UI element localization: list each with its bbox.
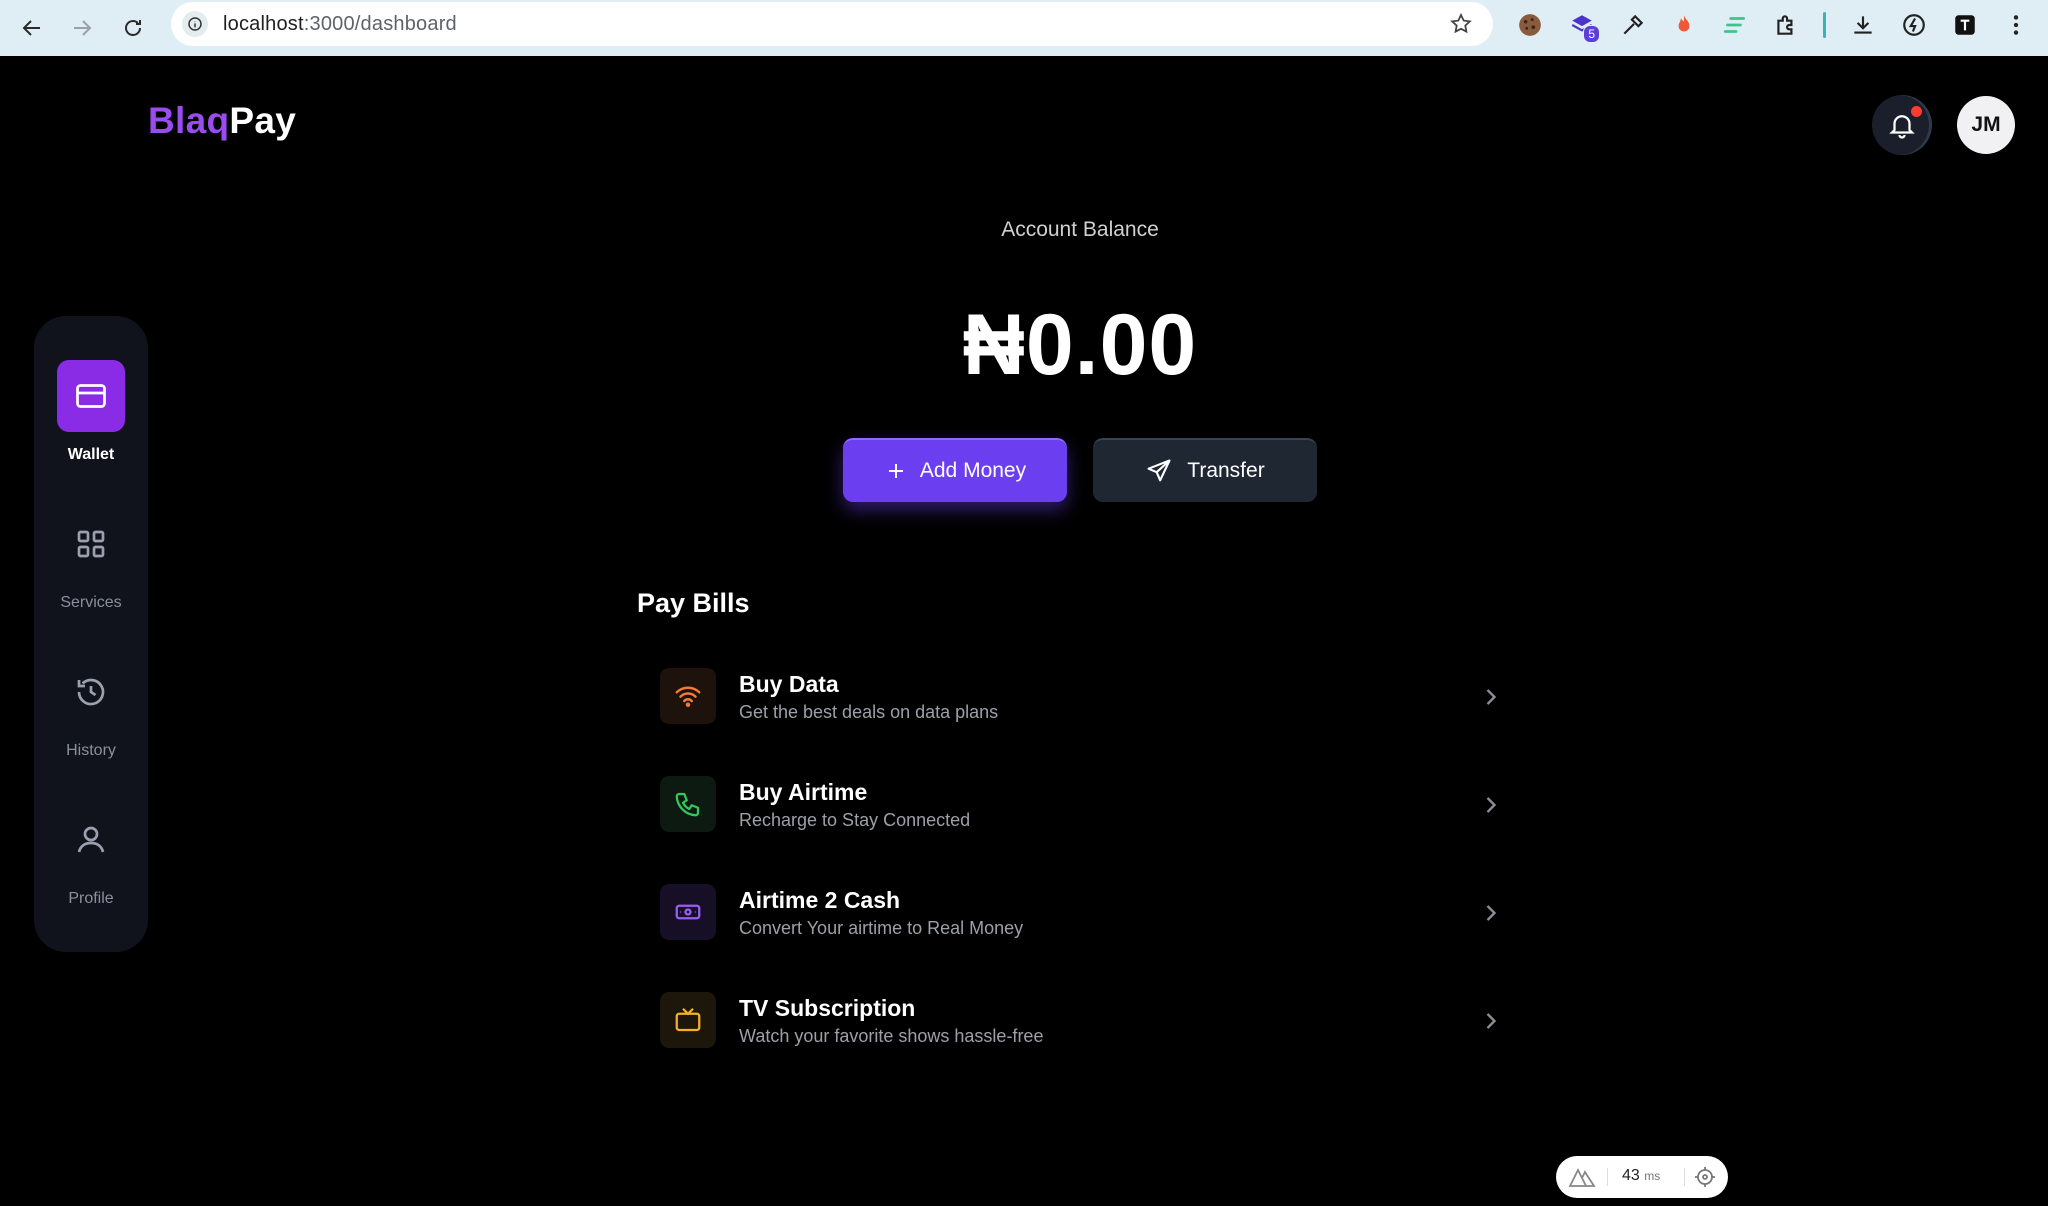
notion-extension-icon[interactable] (1950, 10, 1980, 40)
reload-button[interactable] (115, 10, 151, 46)
browser-toolbar: localhost:3000/dashboard 5 (0, 0, 2048, 56)
add-money-label: Add Money (919, 459, 1027, 482)
avatar[interactable]: JM (1957, 96, 2015, 154)
download-icon[interactable] (1848, 10, 1878, 40)
sidebar-item-label: Profile (68, 890, 114, 907)
dev-indicator[interactable]: 43 ms (1556, 1156, 1728, 1198)
reload-icon (125, 20, 141, 36)
bookmark-star-icon[interactable] (1449, 12, 1473, 36)
bill-subtitle: Convert Your airtime to Real Money (739, 918, 1024, 938)
brand-logo[interactable]: BlaqPay (148, 100, 296, 142)
chevron-right-icon (1477, 791, 1505, 819)
bars-extension-icon[interactable] (1720, 10, 1750, 40)
cookie-extension-icon[interactable] (1515, 10, 1545, 40)
sidebar: Wallet Services History Profile (34, 316, 148, 952)
render-time: 43 ms (1622, 1167, 1661, 1184)
forward-button[interactable] (64, 10, 100, 46)
notifications-button[interactable] (1872, 95, 1932, 155)
divider (1607, 1168, 1608, 1186)
arrow-left-icon (22, 20, 40, 36)
balance-amount: ₦0.00 (962, 297, 1198, 393)
eyedropper-extension-icon[interactable] (1618, 10, 1648, 40)
add-money-button[interactable]: Add Money (843, 438, 1067, 502)
site-info-icon[interactable] (182, 11, 208, 37)
history-icon (57, 656, 125, 728)
arrow-right-icon (74, 20, 92, 36)
bill-item-airtime-2-cash[interactable]: Airtime 2 Cash Convert Your airtime to R… (637, 863, 1505, 963)
back-button[interactable] (14, 10, 50, 46)
sidebar-item-label: Wallet (67, 446, 115, 463)
bill-subtitle: Get the best deals on data plans (739, 702, 999, 722)
cash-icon (660, 884, 716, 940)
sidebar-item-profile[interactable]: Profile (34, 804, 148, 914)
target-icon[interactable] (1693, 1165, 1717, 1189)
url-text: localhost:3000/dashboard (223, 13, 457, 35)
chevron-right-icon (1477, 899, 1505, 927)
chevron-right-icon (1477, 683, 1505, 711)
bill-item-buy-data[interactable]: Buy Data Get the best deals on data plan… (637, 647, 1505, 747)
layers-extension-icon[interactable]: 5 (1567, 10, 1600, 43)
bill-title: TV Subscription (739, 995, 916, 1021)
toolbar-divider (1823, 12, 1826, 38)
triangle-logo-icon (1568, 1167, 1596, 1187)
sidebar-item-label: Services (60, 594, 122, 611)
bill-title: Buy Airtime (739, 779, 868, 805)
bill-item-tv-subscription[interactable]: TV Subscription Watch your favorite show… (637, 971, 1505, 1071)
bill-title: Airtime 2 Cash (739, 887, 901, 913)
address-bar[interactable]: localhost:3000/dashboard (171, 2, 1493, 46)
send-icon (1147, 459, 1171, 482)
puzzle-extension-icon[interactable] (1771, 10, 1801, 40)
bill-subtitle: Watch your favorite shows hassle-free (739, 1026, 1044, 1046)
bolt-extension-icon[interactable] (1899, 10, 1929, 40)
phone-icon (660, 776, 716, 832)
flame-extension-icon[interactable] (1669, 10, 1699, 40)
tv-icon (660, 992, 716, 1048)
sidebar-item-services[interactable]: Services (34, 508, 148, 618)
bill-item-buy-airtime[interactable]: Buy Airtime Recharge to Stay Connected (637, 755, 1505, 855)
transfer-button[interactable]: Transfer (1093, 438, 1317, 502)
grid-icon (57, 508, 125, 580)
plus-icon (888, 464, 903, 478)
bill-title: Buy Data (739, 671, 839, 697)
sidebar-item-label: History (66, 742, 116, 759)
extension-badge: 5 (1583, 25, 1600, 43)
balance-label: Account Balance (1001, 218, 1159, 241)
transfer-label: Transfer (1187, 459, 1265, 482)
divider (1684, 1168, 1685, 1186)
user-icon (57, 804, 125, 876)
sidebar-item-history[interactable]: History (34, 656, 148, 766)
wifi-icon (660, 668, 716, 724)
kebab-menu-icon[interactable] (2001, 10, 2031, 40)
notification-dot (1911, 106, 1922, 117)
chevron-right-icon (1477, 1007, 1505, 1035)
pay-bills-title: Pay Bills (637, 588, 750, 618)
bill-subtitle: Recharge to Stay Connected (739, 810, 971, 830)
